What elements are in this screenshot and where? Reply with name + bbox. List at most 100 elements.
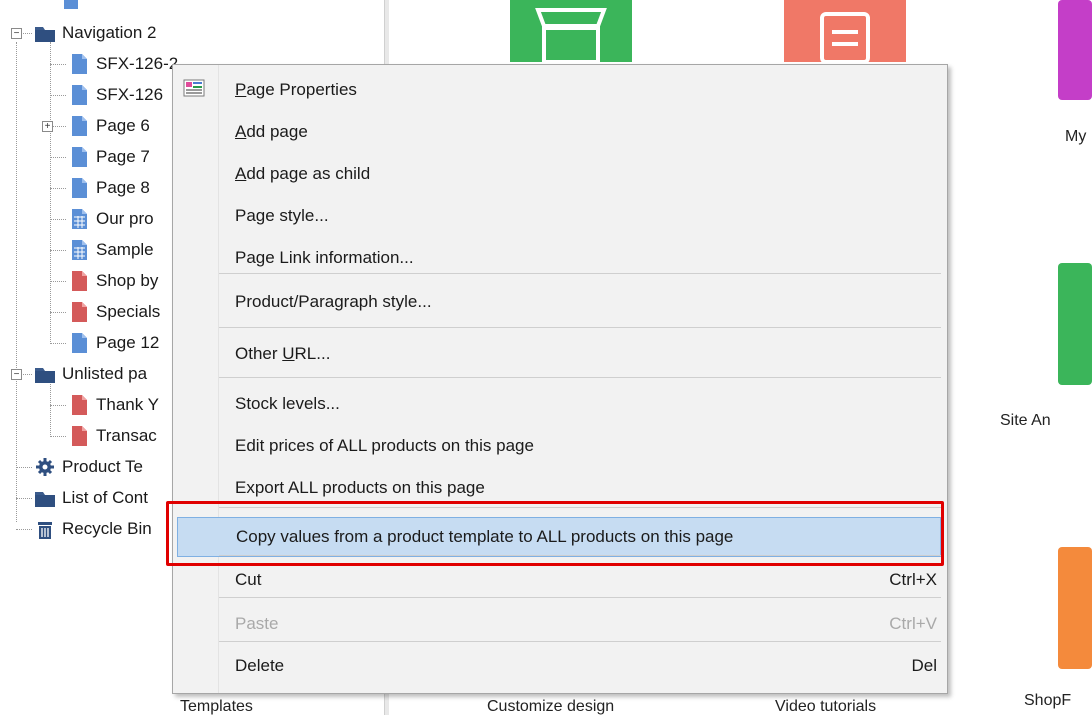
menu-separator [219, 377, 941, 378]
menu-item-delete[interactable]: Delete Del [219, 651, 943, 681]
tile-caption-my: My [1065, 128, 1087, 145]
menu-item-other-url[interactable]: Other URL... [219, 339, 943, 369]
page-properties-icon [183, 78, 205, 98]
tile-site-analytics-icon[interactable] [1058, 263, 1092, 385]
menu-separator [219, 507, 941, 508]
menu-item-add-page-as-child[interactable]: Add page as child [219, 159, 943, 189]
tree-item[interactable]: Specials [68, 297, 160, 327]
special-page-icon [68, 424, 90, 448]
tree-connector [50, 343, 66, 344]
page-icon [68, 83, 90, 107]
page-icon [60, 0, 82, 11]
special-page-icon [68, 269, 90, 293]
tile-caption-templates: Templates [180, 698, 253, 715]
page-icon [68, 52, 90, 76]
tree-item-label: Thank Y [96, 395, 160, 414]
menu-item-accelerator: A [235, 122, 247, 141]
tree-item-label: Page 8 [96, 178, 150, 197]
tile-store-icon[interactable] [510, 0, 632, 62]
menu-item-edit-prices[interactable]: Edit prices of ALL products on this page [219, 431, 943, 461]
tree-item[interactable]: List of Cont [34, 483, 148, 513]
tree-connector [50, 64, 66, 65]
tree-item-label: Page 12 [96, 333, 160, 352]
expand-toggle[interactable]: + [42, 121, 53, 132]
menu-item-export-products[interactable]: Export ALL products on this page [219, 473, 943, 503]
product-page-icon [68, 207, 90, 231]
menu-item-page-style[interactable]: Page style... [219, 201, 943, 231]
tree-connector [50, 312, 66, 313]
tree-connector [16, 372, 17, 522]
tree-item[interactable]: SFX-126-2 [68, 49, 178, 79]
tree-item-partial[interactable] [60, 0, 82, 14]
tree-connector [16, 467, 32, 468]
menu-item-label: dd page as child [246, 164, 371, 183]
tree-item-label: Page 6 [96, 116, 150, 135]
menu-item-shortcut: Del [911, 656, 937, 675]
menu-item-label: Paste [235, 614, 279, 633]
tree-item[interactable]: Unlisted pa [34, 359, 147, 389]
tree-item[interactable]: SFX-126 [68, 80, 163, 110]
tree-connector [50, 250, 66, 251]
tree-item[interactable]: Page 7 [68, 142, 150, 172]
tree-connector [16, 42, 17, 372]
tree-item[interactable]: Shop by [68, 266, 158, 296]
menu-icon-gutter [173, 65, 219, 693]
tree-item[interactable]: Sample [68, 235, 154, 265]
tree-connector [50, 281, 66, 282]
tree-item-label: Product Te [62, 457, 143, 476]
page-icon [68, 114, 90, 138]
menu-item-copy-values-from-template[interactable]: Copy values from a product template to A… [177, 517, 941, 557]
tree-connector [50, 436, 66, 437]
tree-item[interactable]: Navigation 2 [34, 18, 157, 48]
menu-item-add-page[interactable]: Add page [219, 117, 943, 147]
tile-caption-site-an: Site An [1000, 412, 1051, 429]
menu-item-label: Page Link information... [235, 248, 414, 267]
tree-item[interactable]: Recycle Bin [34, 514, 152, 544]
tree-item[interactable]: Product Te [34, 452, 143, 482]
page-icon [68, 176, 90, 200]
menu-item-label: Export ALL products on this page [235, 478, 485, 497]
collapse-toggle[interactable]: − [11, 369, 22, 380]
tree-item-label: Page 7 [96, 147, 150, 166]
menu-item-cut[interactable]: Cut Ctrl+X [219, 565, 943, 595]
menu-separator [219, 641, 941, 642]
menu-item-label: Page style... [235, 206, 329, 225]
menu-item-product-paragraph-style[interactable]: Product/Paragraph style... [219, 287, 943, 317]
menu-item-paste[interactable]: Paste Ctrl+V [219, 609, 943, 639]
tree-item[interactable]: Transac [68, 421, 157, 451]
menu-item-label: Copy values from a product template to A… [236, 527, 734, 546]
tile-my-icon[interactable] [1058, 0, 1092, 100]
menu-item-page-link-information[interactable]: Page Link information... [219, 243, 943, 273]
tree-connector [50, 188, 66, 189]
menu-item-accelerator: A [235, 164, 247, 183]
tree-item-label: Recycle Bin [62, 519, 152, 538]
menu-item-shortcut: Ctrl+X [889, 570, 937, 589]
context-menu: Page Properties Add page Add page as child… [172, 64, 948, 694]
tree-item[interactable]: Page 8 [68, 173, 150, 203]
folder-icon [34, 486, 56, 510]
menu-separator [219, 555, 941, 556]
menu-item-label: age Properties [246, 80, 357, 99]
tree-connector [50, 405, 66, 406]
collapse-toggle[interactable]: − [11, 28, 22, 39]
tile-clipboard-icon[interactable] [784, 0, 906, 62]
gear-icon [34, 455, 56, 479]
tree-item-label: Specials [96, 302, 161, 321]
tree-item[interactable]: Page 12 [68, 328, 159, 358]
tree-connector [50, 95, 66, 96]
tree-item-label: SFX-126 [96, 85, 164, 104]
tree-connector [16, 529, 32, 530]
tree-item[interactable]: Thank Y [68, 390, 159, 420]
tree-item[interactable]: Our pro [68, 204, 154, 234]
special-page-icon [68, 393, 90, 417]
tree-item[interactable]: Page 6 [68, 111, 150, 141]
tile-shopfactory-icon[interactable] [1058, 547, 1092, 669]
tree-item-label: Transac [96, 426, 157, 445]
menu-item-page-properties[interactable]: Page Properties [219, 75, 943, 105]
menu-item-stock-levels[interactable]: Stock levels... [219, 389, 943, 419]
tree-connector [50, 157, 66, 158]
menu-item-label: RL... [294, 344, 331, 363]
tree-connector [50, 219, 66, 220]
tree-item-label: Unlisted pa [62, 364, 148, 383]
folder-icon [34, 21, 56, 45]
